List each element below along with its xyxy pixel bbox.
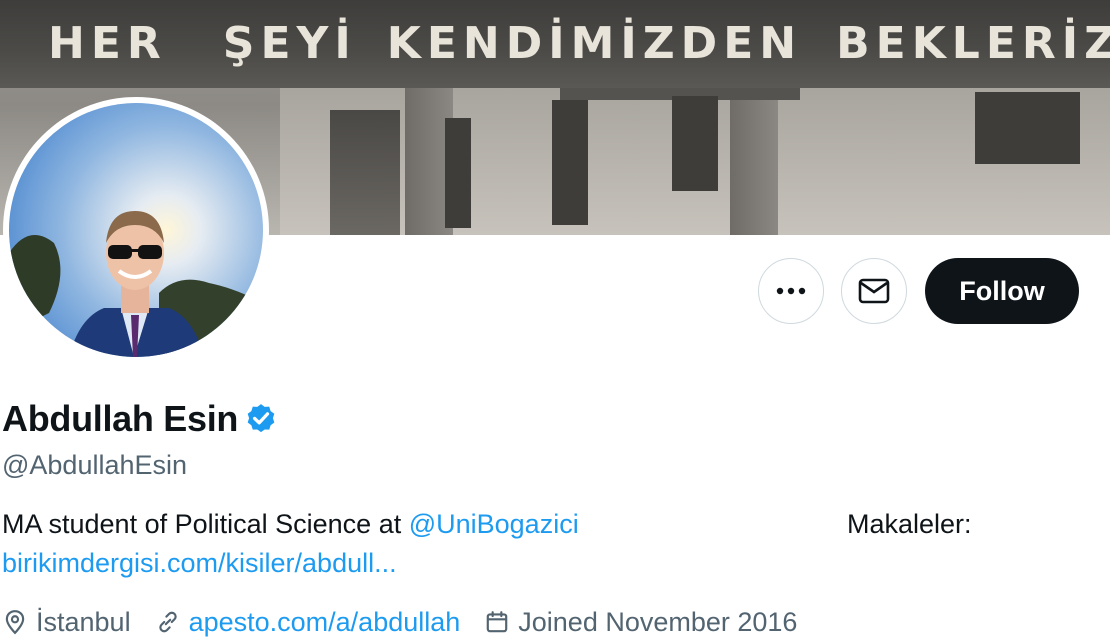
banner-window — [672, 96, 718, 191]
banner-window — [975, 92, 1080, 164]
location-text: İstanbul — [36, 606, 131, 637]
verified-badge-icon[interactable] — [244, 402, 278, 436]
profile-bio: MA student of Political Science at @UniB… — [2, 509, 579, 540]
bio-makaleler-label: Makaleler: — [847, 509, 972, 539]
avatar[interactable] — [3, 97, 269, 363]
more-options-button[interactable] — [758, 258, 824, 324]
banner-sign: HER ŞEYİ KENDİMİZDEN BEKLERİZ — [0, 0, 1110, 88]
location-item: İstanbul — [2, 607, 131, 638]
link-icon — [158, 611, 177, 633]
message-button[interactable] — [841, 258, 907, 324]
banner-slogan-word: HER — [48, 17, 167, 69]
profile-name-row: Abdullah Esin — [2, 395, 278, 443]
profile-name: Abdullah Esin — [2, 398, 239, 439]
website-link[interactable]: apesto.com/a/abdullah — [189, 607, 461, 638]
banner-window — [445, 118, 471, 228]
ellipsis-icon — [776, 287, 806, 295]
banner-slogan-word: KENDİMİZDEN — [386, 17, 803, 69]
follow-button[interactable]: Follow — [925, 258, 1079, 324]
profile-meta-row: İstanbul apesto.com/a/abdullah Joined No… — [2, 604, 821, 640]
bio-mention-link[interactable]: @UniBogazici — [409, 509, 579, 539]
banner-window — [552, 100, 588, 225]
joined-text: Joined November 2016 — [518, 606, 798, 637]
joined-item: Joined November 2016 — [484, 607, 797, 638]
banner-slogan-word: BEKLERİZ — [836, 17, 1110, 69]
banner-slogan: HER ŞEYİ KENDİMİZDEN BEKLERİZ — [0, 8, 1110, 78]
banner-column — [730, 88, 778, 235]
profile-handle: @AbdullahEsin — [2, 450, 188, 480]
banner-slogan-word: ŞEYİ — [222, 17, 357, 69]
bio-website-link[interactable]: birikimdergisi.com/kisiler/abdull... — [2, 548, 397, 579]
location-pin-icon — [5, 610, 25, 635]
calendar-icon — [486, 611, 508, 633]
banner-flag-area — [330, 110, 400, 235]
bio-text: MA student of Political Science at — [2, 509, 409, 539]
website-item: apesto.com/a/abdullah — [155, 607, 461, 638]
envelope-icon — [858, 278, 890, 304]
avatar-photo — [9, 103, 263, 357]
